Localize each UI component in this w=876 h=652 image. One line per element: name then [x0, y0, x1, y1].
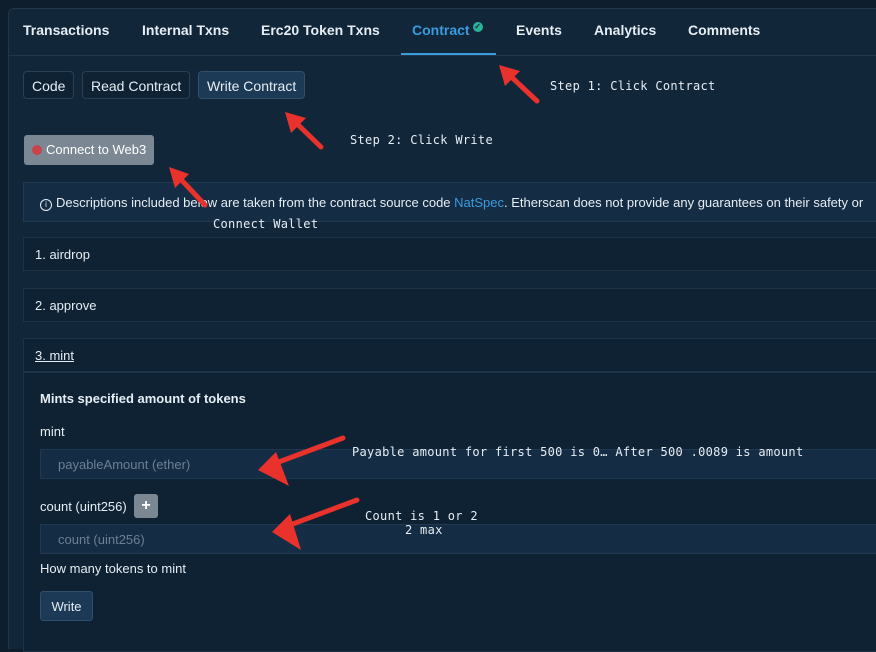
check-circle-icon: ✓	[472, 22, 483, 32]
payable-label: mint	[40, 424, 65, 439]
tab-erc20-token-txns[interactable]: Erc20 Token Txns	[261, 22, 380, 38]
notice-text-before: Descriptions included below are taken fr…	[56, 195, 455, 210]
function-approve[interactable]: 2. approve	[23, 288, 876, 322]
count-label: count (uint256)	[40, 499, 127, 514]
tab-events[interactable]: Events	[516, 22, 562, 38]
tab-analytics[interactable]: Analytics	[594, 22, 656, 38]
tab-contract[interactable]: Contract ✓	[412, 22, 483, 38]
write-contract-button[interactable]: Write Contract	[198, 71, 306, 99]
natspec-link[interactable]: NatSpec	[454, 195, 504, 210]
annotation-step1: Step 1: Click Contract	[550, 79, 716, 93]
natspec-notice: i Descriptions included below are taken f…	[23, 182, 876, 222]
tab-contract-label: Contract	[412, 22, 470, 38]
code-button[interactable]: Code	[23, 71, 75, 99]
count-input[interactable]: count (uint256)	[40, 524, 876, 554]
annotation-count-line1: Count is 1 or 2	[365, 509, 478, 523]
info-icon: i	[40, 199, 52, 211]
tab-transactions[interactable]: Transactions	[23, 22, 109, 38]
tab-comments[interactable]: Comments	[688, 22, 760, 38]
annotation-payable: Payable amount for first 500 is 0… After…	[352, 445, 804, 459]
function-airdrop[interactable]: 1. airdrop	[23, 237, 876, 271]
annotation-step2: Step 2: Click Write	[350, 133, 493, 147]
tab-bar: Transactions Internal Txns Erc20 Token T…	[9, 9, 876, 56]
read-contract-button[interactable]: Read Contract	[82, 71, 191, 99]
mint-description: Mints specified amount of tokens	[40, 391, 246, 406]
function-mint[interactable]: 3. mint	[23, 338, 876, 372]
connect-web3-label: Connect to Web3	[46, 142, 147, 157]
active-tab-underline	[401, 53, 496, 55]
annotation-connect-wallet: Connect Wallet	[213, 217, 319, 231]
count-hint: How many tokens to mint	[40, 561, 186, 576]
annotation-count-line2: 2 max	[405, 523, 443, 537]
notice-text-after: . Etherscan does not provide any guarant…	[504, 195, 864, 210]
disconnected-status-icon	[32, 145, 42, 155]
connect-web3-button[interactable]: Connect to Web3	[24, 135, 155, 165]
write-button[interactable]: Write	[40, 591, 93, 621]
tab-internal-txns[interactable]: Internal Txns	[142, 22, 229, 38]
add-value-button[interactable]: +	[134, 494, 158, 518]
